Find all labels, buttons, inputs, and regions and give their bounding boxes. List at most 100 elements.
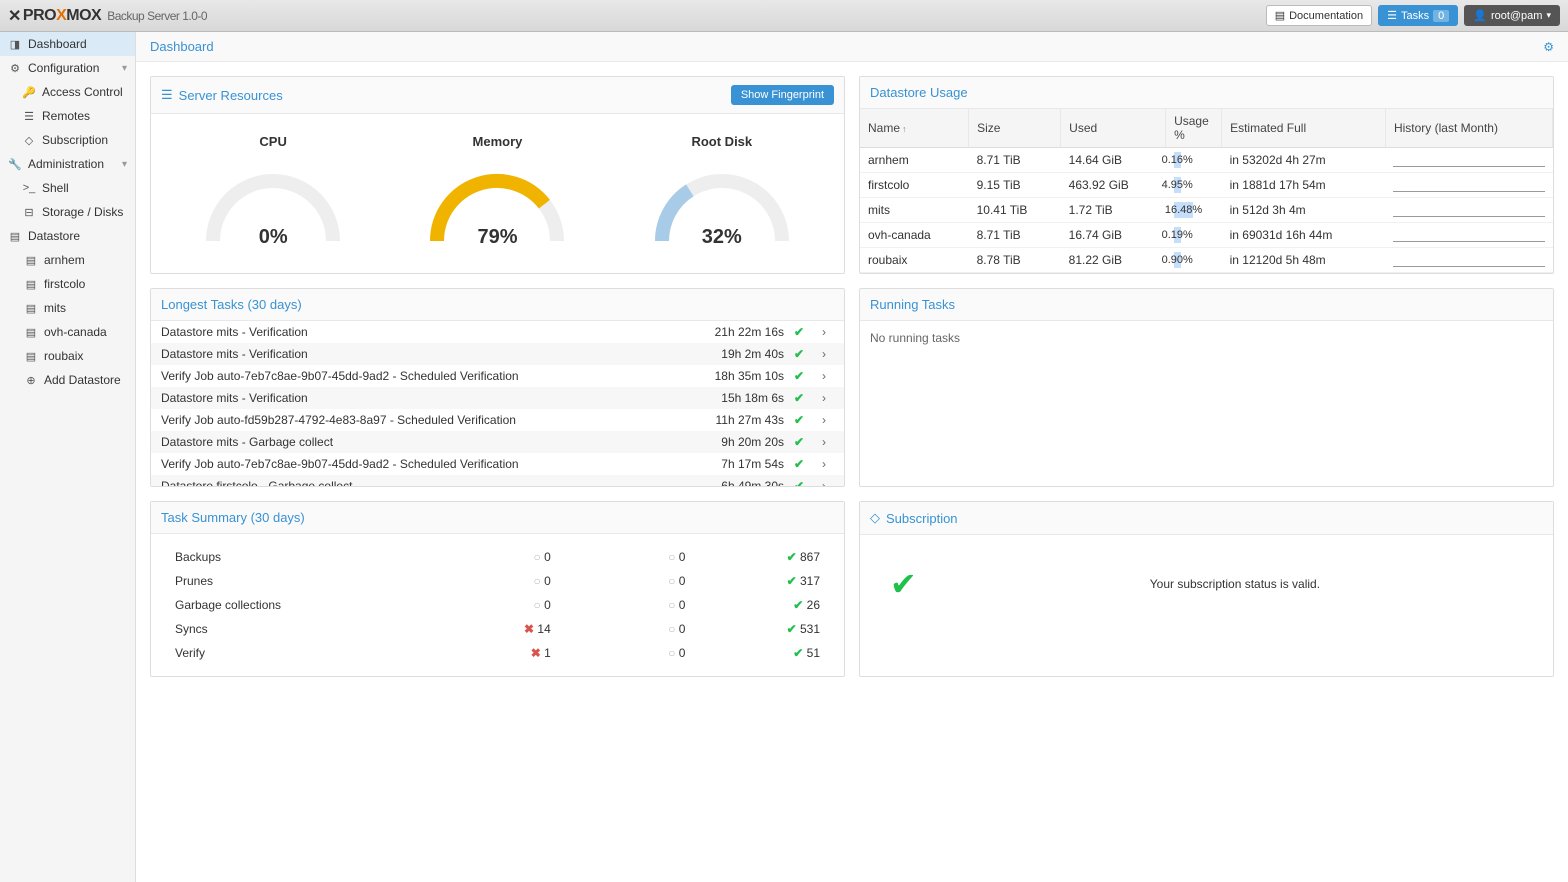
gauge-value: 79% [417,226,577,249]
error-icon: ○ [534,598,541,612]
sparkline [1393,228,1544,242]
sidebar-item-datastore[interactable]: ▤ Datastore [0,224,135,248]
chevron-right-icon[interactable]: › [814,457,834,471]
database-icon: ▤ [24,254,38,267]
sidebar-item-datastore-arnhem[interactable]: ▤arnhem [0,248,135,272]
task-row[interactable]: Datastore firstcolo - Garbage collect 6h… [151,475,844,486]
warn-icon: ○ [668,574,675,588]
chevron-right-icon[interactable]: › [814,479,834,486]
book-icon: ▤ [1275,9,1285,22]
database-icon: ▤ [8,230,22,243]
gauge-memory: Memory 79% [417,134,577,251]
table-row[interactable]: firstcolo9.15 TiB463.92 GiB 4.95% in 188… [860,173,1553,198]
subscription-status-text: Your subscription status is valid. [937,577,1533,591]
sparkline [1393,178,1544,192]
tasks-button[interactable]: ☰ Tasks 0 [1378,5,1458,26]
sort-asc-icon: ↑ [902,124,907,134]
task-summary-table: Backups ○ 0 ○ 0 ✔ 867Prunes ○ 0 ○ 0 ✔ 31… [161,544,834,666]
chevron-down-icon: ▾ [122,63,127,74]
database-icon: ▤ [24,350,38,363]
table-row[interactable]: roubaix8.78 TiB81.22 GiB 0.90% in 12120d… [860,248,1553,273]
task-row[interactable]: Datastore mits - Verification 19h 2m 40s… [151,343,844,365]
settings-gear-icon[interactable]: ⚙ [1543,40,1554,54]
server-icon: ☰ [22,110,36,123]
support-icon: ◇ [870,510,880,526]
chevron-down-icon: ▾ [1546,10,1551,21]
sidebar-item-access-control[interactable]: 🔑 Access Control [0,80,135,104]
user-icon: 👤 [1473,9,1487,22]
product-subtitle: Backup Server 1.0-0 [107,9,207,23]
col-history[interactable]: History (last Month) [1385,109,1552,148]
ok-icon: ✔ [787,550,797,564]
plus-circle-icon: ⊕ [24,374,38,387]
sidebar: ◨ Dashboard ⚙ Configuration ▾ 🔑 Access C… [0,32,136,882]
sidebar-item-add-datastore[interactable]: ⊕ Add Datastore [0,368,135,392]
error-icon: ○ [534,550,541,564]
sidebar-item-configuration[interactable]: ⚙ Configuration ▾ [0,56,135,80]
chevron-right-icon[interactable]: › [814,391,834,405]
error-icon: ○ [534,574,541,588]
chevron-right-icon[interactable]: › [814,435,834,449]
chevron-right-icon[interactable]: › [814,369,834,383]
col-usage[interactable]: Usage % [1166,109,1222,148]
breadcrumb: Dashboard ⚙ [136,32,1568,62]
task-row[interactable]: Datastore mits - Verification 21h 22m 16… [151,321,844,343]
gauge-value: 0% [193,226,353,249]
show-fingerprint-button[interactable]: Show Fingerprint [731,85,834,105]
table-row[interactable]: arnhem8.71 TiB14.64 GiB 0.16% in 53202d … [860,148,1553,173]
chevron-down-icon: ▾ [122,159,127,170]
gears-icon: ⚙ [8,62,22,75]
database-icon: ▤ [24,302,38,315]
database-icon: ▤ [24,326,38,339]
sidebar-item-datastore-roubaix[interactable]: ▤roubaix [0,344,135,368]
logo: ✕ PROXMOX Backup Server 1.0-0 [8,6,207,26]
documentation-button[interactable]: ▤ Documentation [1266,5,1372,26]
sidebar-item-shell[interactable]: >_ Shell [0,176,135,200]
sidebar-item-subscription[interactable]: ◇ Subscription [0,128,135,152]
check-icon: ✔ [890,565,917,603]
datastore-usage-table: Name↑ Size Used Usage % Estimated Full H… [860,109,1553,273]
gauge-cpu: CPU 0% [193,134,353,251]
summary-row: Syncs ✖ 14 ○ 0 ✔ 531 [163,618,832,640]
col-used[interactable]: Used [1061,109,1166,148]
logo-mark-icon: ✕ [8,6,21,26]
tasks-count-badge: 0 [1433,10,1449,22]
task-row[interactable]: Verify Job auto-7eb7c8ae-9b07-45dd-9ad2 … [151,365,844,387]
table-row[interactable]: mits10.41 TiB1.72 TiB 16.48% in 512d 3h … [860,198,1553,223]
dashboard-icon: ◨ [8,38,22,51]
terminal-icon: >_ [22,182,36,194]
longest-tasks-list[interactable]: Datastore mits - Verification 21h 22m 16… [151,321,844,486]
breadcrumb-text: Dashboard [150,39,214,54]
task-row[interactable]: Datastore mits - Garbage collect 9h 20m … [151,431,844,453]
col-size[interactable]: Size [969,109,1061,148]
table-row[interactable]: ovh-canada8.71 TiB16.74 GiB 0.19% in 690… [860,223,1553,248]
sidebar-item-datastore-mits[interactable]: ▤mits [0,296,135,320]
gauge-value: 32% [642,226,802,249]
col-name[interactable]: Name↑ [860,109,969,148]
support-icon: ◇ [22,134,36,147]
sidebar-item-datastore-ovh-canada[interactable]: ▤ovh-canada [0,320,135,344]
panel-server-resources: ☰Server Resources Show Fingerprint CPU 0… [150,76,845,274]
chevron-right-icon[interactable]: › [814,347,834,361]
task-row[interactable]: Verify Job auto-7eb7c8ae-9b07-45dd-9ad2 … [151,453,844,475]
chevron-right-icon[interactable]: › [814,325,834,339]
database-icon: ▤ [24,278,38,291]
task-row[interactable]: Verify Job auto-fd59b287-4792-4e83-8a97 … [151,409,844,431]
sidebar-item-dashboard[interactable]: ◨ Dashboard [0,32,135,56]
error-icon: ✖ [531,646,541,660]
col-est[interactable]: Estimated Full [1222,109,1386,148]
ok-icon: ✔ [793,598,803,612]
gauges-row: CPU 0% Memory 79% Root Disk 32% [151,114,844,261]
chevron-right-icon[interactable]: › [814,413,834,427]
status-ok-icon: ✔ [784,435,814,449]
task-row[interactable]: Datastore mits - Verification 15h 18m 6s… [151,387,844,409]
sparkline [1393,203,1544,217]
summary-row: Backups ○ 0 ○ 0 ✔ 867 [163,546,832,568]
sidebar-item-administration[interactable]: 🔧 Administration ▾ [0,152,135,176]
sidebar-item-storage-disks[interactable]: ⊟ Storage / Disks [0,200,135,224]
wrench-icon: 🔧 [8,158,22,171]
sidebar-item-remotes[interactable]: ☰ Remotes [0,104,135,128]
key-icon: 🔑 [22,86,36,99]
user-menu-button[interactable]: 👤 root@pam ▾ [1464,5,1560,26]
sidebar-item-datastore-firstcolo[interactable]: ▤firstcolo [0,272,135,296]
